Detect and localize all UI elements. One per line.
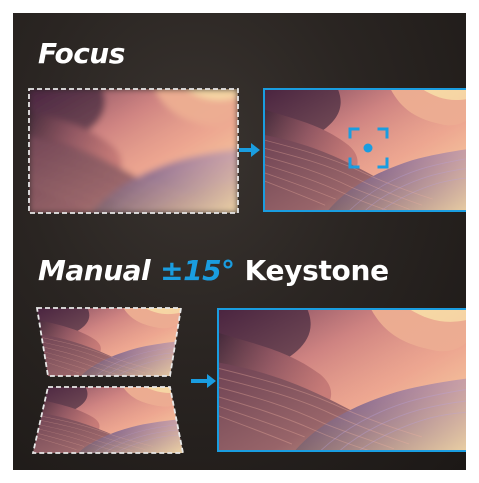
arrow-right-icon — [191, 374, 216, 388]
arrow-right-icon — [239, 143, 260, 157]
illustration-layer — [28, 88, 466, 454]
keystone-distorted-bottom-image — [31, 386, 185, 454]
keystone-distorted-top-image — [35, 307, 183, 377]
focus-before-image — [28, 88, 239, 214]
feature-panel: Focus Manual ±15° Keystone — [13, 13, 466, 470]
keystone-corrected-image — [217, 308, 466, 452]
